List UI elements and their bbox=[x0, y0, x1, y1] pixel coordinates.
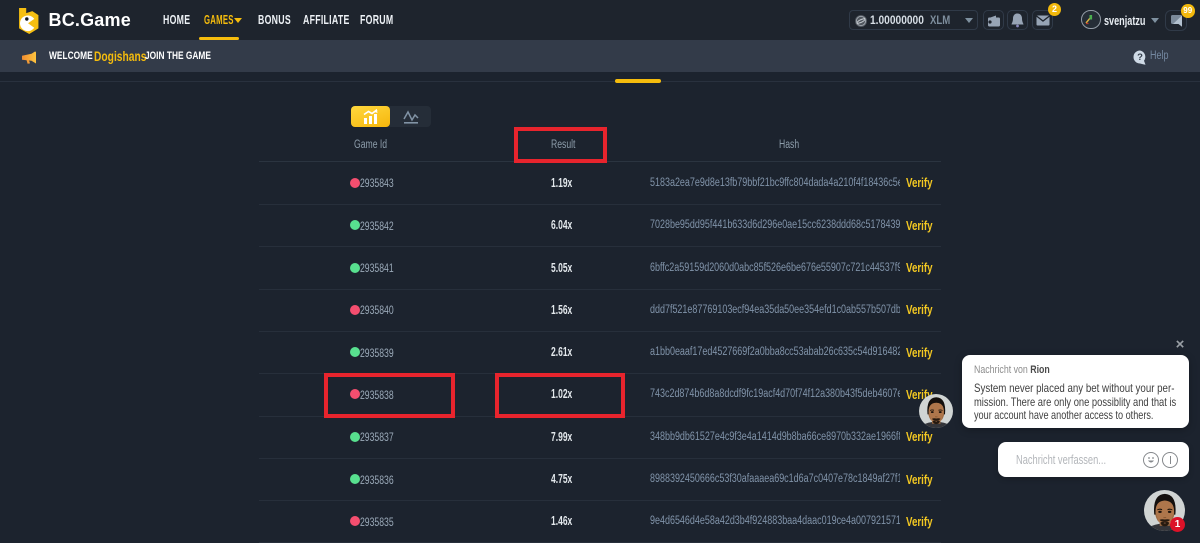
svg-text:?: ? bbox=[1137, 52, 1143, 63]
